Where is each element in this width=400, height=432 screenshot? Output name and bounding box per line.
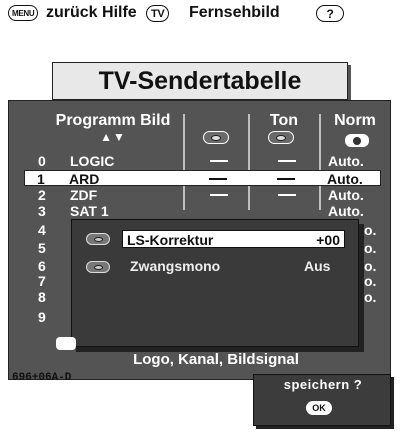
row-number: 1 [37, 171, 45, 187]
page-title: TV-Sendertabelle [52, 62, 348, 100]
save-prompt: speichern ? [283, 377, 363, 392]
ls-correction-item[interactable]: LS-Korrektur +00 [122, 230, 345, 248]
row-norm: o. [364, 222, 377, 238]
row-number: 5 [38, 240, 46, 256]
row-number: 2 [38, 187, 46, 203]
row-channel-name: SAT 1 [70, 203, 109, 219]
speaker-icon [86, 233, 110, 245]
forced-mono-value[interactable]: Aus [304, 258, 330, 274]
row-picture-value [210, 194, 228, 196]
help-bar: MENU zurück Hilfe TV Fernsehbild ? [0, 0, 400, 28]
ls-correction-value: +00 [316, 232, 340, 248]
row-norm: Auto. [327, 171, 363, 187]
row-number: 3 [38, 203, 46, 219]
sort-arrows-icon[interactable]: ▲▼ [48, 130, 178, 144]
row-norm: Auto. [328, 203, 364, 219]
header-label: Programm Bild [55, 112, 171, 129]
row-channel-name: ARD [69, 171, 100, 187]
row-number: 7 [38, 273, 46, 289]
table-row[interactable]: 3 SAT 1 Auto. [26, 203, 381, 219]
row-norm: Auto. [328, 153, 364, 169]
column-header-norm: Norm [334, 112, 376, 129]
ok-button[interactable]: OK [306, 401, 332, 415]
row-number: 9 [38, 309, 46, 325]
tv-key-icon[interactable]: TV [146, 5, 170, 22]
row-norm: Auto. [328, 187, 364, 203]
row-picture-value [209, 178, 227, 180]
menu-key-icon[interactable]: MENU [8, 5, 39, 21]
picture-icon [203, 131, 229, 144]
row-number: 0 [38, 153, 46, 169]
row-number: 4 [38, 222, 46, 238]
mono-sound-icon [86, 261, 110, 273]
table-row[interactable]: 0 LOGIC Auto. [26, 153, 381, 169]
version-code: 696+06A-D [12, 372, 72, 384]
row-channel-name: ZDF [70, 187, 98, 203]
row-norm: o. [364, 273, 377, 289]
save-dialog: speichern ? OK [253, 374, 391, 426]
tv-picture-label: Fernsehbild [189, 4, 280, 21]
forced-mono-label[interactable]: Zwangsmono [130, 258, 220, 274]
row-norm: o. [364, 240, 377, 256]
back-help-label: zurück Hilfe [46, 4, 137, 21]
status-indicator [56, 337, 76, 350]
row-norm: o. [364, 289, 377, 305]
column-header-programm-bild: Programm Bild ▲▼ [48, 112, 178, 144]
table-row-selected[interactable]: 1 ARD Auto. [24, 170, 381, 187]
column-header-ton: Ton [269, 112, 299, 129]
row-sound-value [277, 178, 295, 180]
ls-correction-label: LS-Korrektur [127, 232, 214, 248]
row-number: 6 [38, 258, 46, 274]
row-picture-value [210, 160, 228, 162]
table-row[interactable]: 2 ZDF Auto. [26, 187, 381, 203]
row-channel-name: LOGIC [70, 153, 115, 169]
row-sound-value [278, 160, 296, 162]
sound-settings-popup: LS-Korrektur +00 Zwangsmono Aus [71, 219, 359, 347]
help-key-icon[interactable]: ? [316, 5, 344, 22]
status-text: Logo, Kanal, Bildsignal [133, 351, 299, 368]
row-sound-value [278, 194, 296, 196]
row-norm: o. [364, 258, 377, 274]
sound-icon [268, 131, 294, 144]
row-number: 8 [38, 289, 46, 305]
norm-icon [345, 134, 369, 147]
